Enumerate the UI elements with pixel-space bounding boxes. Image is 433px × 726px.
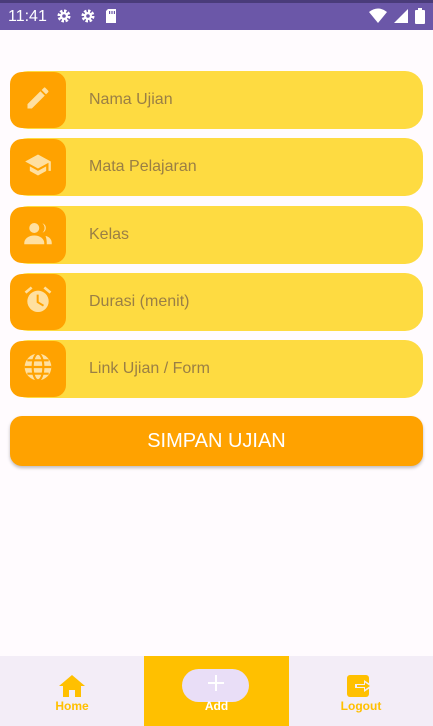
status-time: 11:41: [8, 8, 47, 25]
gear-icon: [56, 8, 72, 24]
field-mata-pelajaran[interactable]: Mata Pelajaran: [10, 138, 423, 196]
signal-icon: [393, 8, 409, 24]
wifi-icon: [369, 8, 387, 24]
globe-icon: [22, 351, 54, 388]
field-label: Mata Pelajaran: [89, 158, 197, 175]
field-link-ujian[interactable]: Link Ujian / Form: [10, 340, 423, 398]
nav-logout[interactable]: Logout: [289, 656, 433, 726]
battery-icon: [415, 8, 425, 24]
field-kelas[interactable]: Kelas: [10, 206, 423, 264]
field-nama-ujian[interactable]: Nama Ujian: [10, 71, 423, 129]
save-button[interactable]: SIMPAN UJIAN: [10, 416, 423, 466]
field-icon-box: [10, 274, 66, 330]
field-label: Durasi (menit): [89, 293, 190, 310]
field-label: Link Ujian / Form: [89, 360, 210, 377]
field-icon-box: [10, 207, 66, 263]
field-icon-box: [10, 139, 66, 195]
field-icon-box: [10, 72, 66, 128]
nav-active-indicator: [182, 669, 249, 702]
status-icons-left: [56, 8, 118, 24]
field-durasi[interactable]: Durasi (menit): [10, 273, 423, 331]
status-icons-right: [369, 8, 425, 24]
nav-home-label: Home: [55, 699, 89, 713]
status-bar-top-line: [0, 0, 433, 3]
gear-icon: [80, 8, 96, 24]
nav-home[interactable]: Home: [0, 656, 144, 726]
sd-card-icon: [104, 8, 118, 24]
field-icon-box: [10, 341, 66, 397]
field-label: Nama Ujian: [89, 91, 173, 108]
pencil-icon: [24, 84, 52, 117]
bottom-navigation: Home Add Logout: [0, 656, 433, 726]
alarm-clock-icon: [22, 284, 54, 321]
nav-logout-label: Logout: [340, 699, 382, 713]
graduation-cap-icon: [22, 151, 54, 184]
people-icon: [21, 218, 55, 253]
status-bar: 11:41: [0, 0, 433, 30]
plus-icon: [207, 675, 224, 696]
field-label: Kelas: [89, 226, 130, 243]
nav-add-label: Add: [204, 699, 229, 713]
nav-add[interactable]: Add: [144, 656, 289, 726]
